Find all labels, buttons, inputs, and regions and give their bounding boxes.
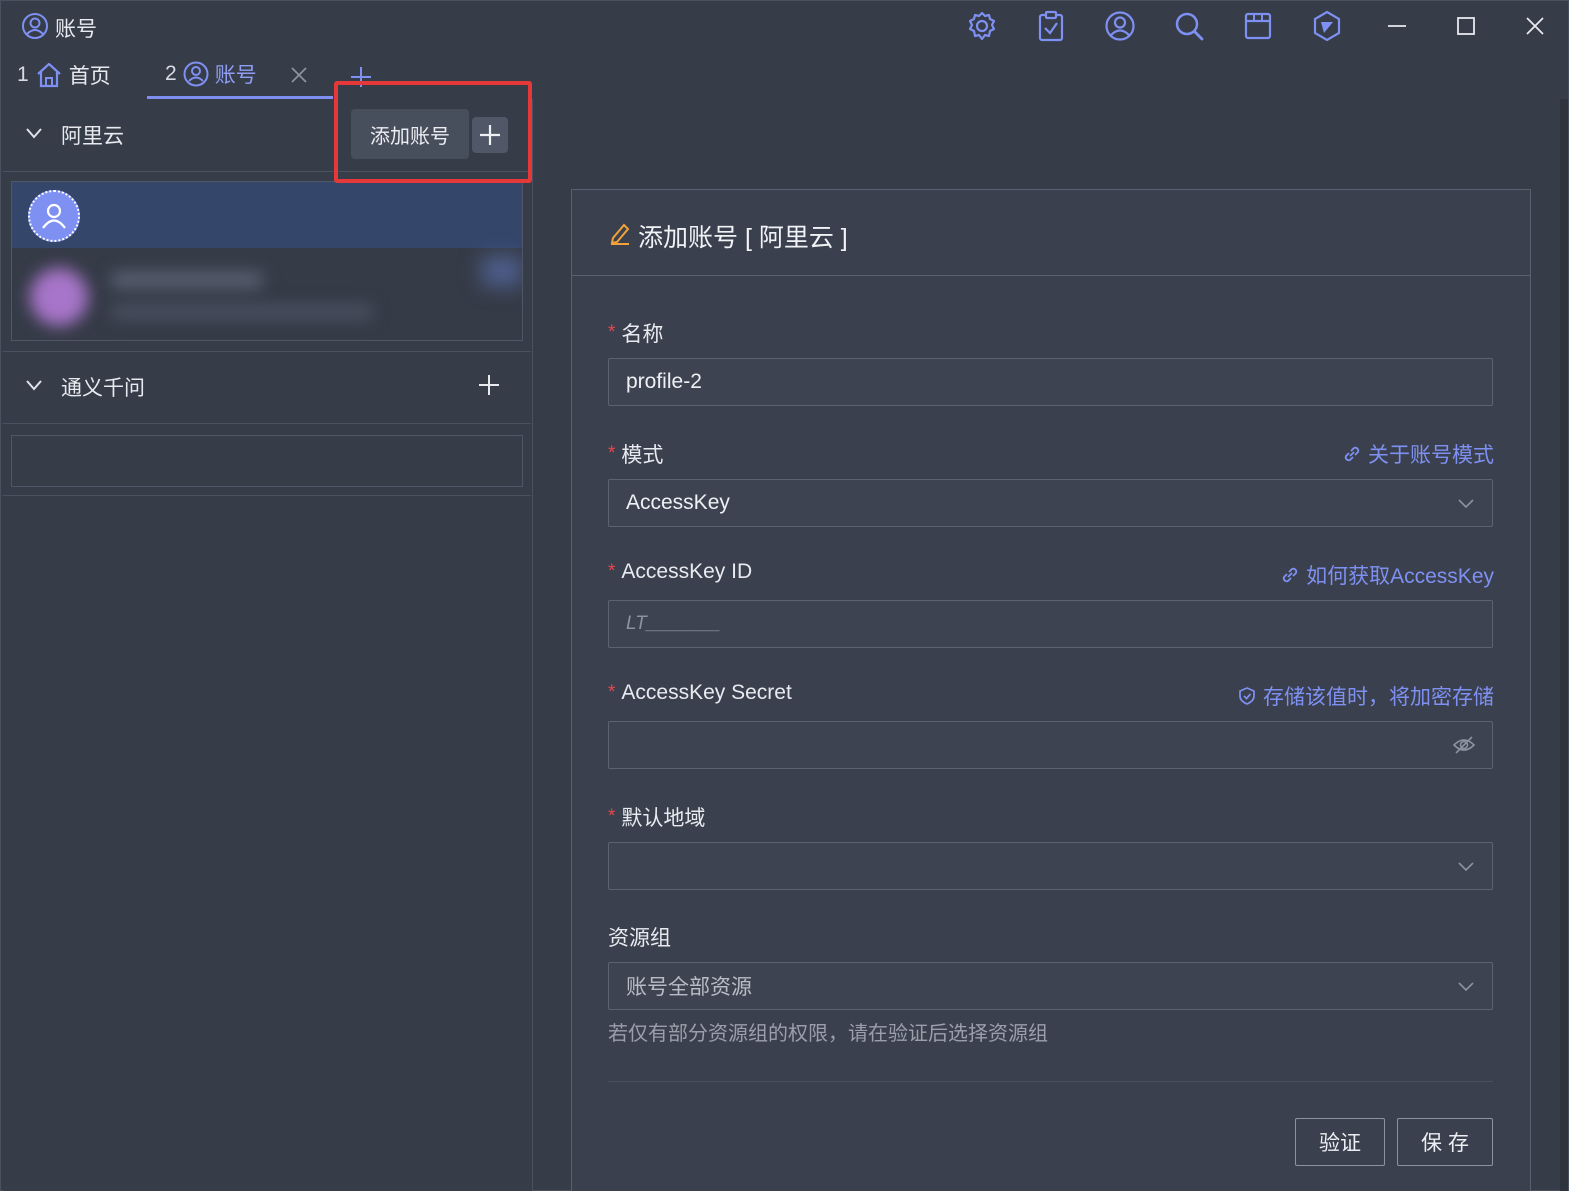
accesskey-secret-label: * AccessKey Secret <box>608 681 792 704</box>
window-title: 账号 <box>55 18 97 41</box>
tab-label: 账号 <box>214 63 257 87</box>
minimize-button[interactable] <box>1377 7 1417 45</box>
region-label: * 默认地域 <box>608 806 706 830</box>
placeholder: LT_______ <box>626 613 721 634</box>
name-input[interactable]: profile-2 <box>608 358 1493 406</box>
blurred-text <box>112 306 372 318</box>
account-item-blurred[interactable] <box>12 248 522 340</box>
group-name: 通义千问 <box>61 377 145 400</box>
home-icon <box>35 61 63 89</box>
required-marker: * <box>608 443 616 464</box>
chevron-down-icon <box>1458 980 1474 992</box>
tab-label: 首页 <box>68 65 111 88</box>
region-select[interactable] <box>608 842 1493 890</box>
close-button[interactable] <box>1515 7 1555 45</box>
form-title: 添加账号 [ 阿里云 ] <box>638 224 848 252</box>
app-window: 账号 1 首页 2 账号 阿里云 通义千问 添加账号 添加账号 [阿里云] … <box>0 0 1569 1191</box>
divider <box>3 495 531 496</box>
user-circle-icon <box>21 12 49 40</box>
user-circle-icon <box>183 61 209 87</box>
avatar <box>30 268 88 326</box>
account-sidebar: 阿里云 通义千问 <box>3 99 533 1191</box>
scrollbar[interactable] <box>1560 99 1568 1191</box>
form-header: 添加账号 [ 阿里云 ] <box>572 190 1530 276</box>
eye-off-icon[interactable] <box>1452 735 1476 755</box>
accesskey-id-label: * AccessKey ID <box>608 560 753 583</box>
tab-number: 1 <box>17 63 29 86</box>
chevron-down-icon[interactable] <box>25 378 43 392</box>
empty-account-list <box>11 435 523 487</box>
mode-select[interactable]: AccessKey <box>608 479 1493 527</box>
required-marker: * <box>608 561 616 582</box>
save-button[interactable]: 保存 <box>1397 1118 1493 1166</box>
chevron-down-icon <box>1458 497 1474 509</box>
verify-button[interactable]: 验证 <box>1295 1118 1385 1166</box>
about-mode-link[interactable]: 关于账号模式 <box>1342 439 1494 469</box>
resource-group-select[interactable]: 账号全部资源 <box>608 962 1493 1010</box>
title-bar: 账号 <box>1 1 1568 51</box>
edit-icon <box>608 221 632 245</box>
group-header-tongyi[interactable]: 通义千问 <box>3 351 531 423</box>
required-marker: * <box>608 322 616 343</box>
blurred-text <box>112 272 262 288</box>
divider <box>3 423 531 424</box>
accesskey-secret-input[interactable] <box>608 721 1493 769</box>
highlight-outline <box>334 81 532 183</box>
tab-number: 2 <box>165 61 177 85</box>
chevron-down-icon <box>1458 860 1474 872</box>
tab-bar: 1 首页 2 账号 <box>1 51 1568 99</box>
resource-group-label: 资源组 <box>608 927 671 950</box>
accesskey-id-input[interactable]: LT_______ <box>608 600 1493 648</box>
chevron-down-icon[interactable] <box>25 126 43 140</box>
shield-icon <box>1239 687 1255 705</box>
account-list <box>11 181 523 341</box>
link-icon <box>1282 567 1298 583</box>
divider <box>608 1081 1493 1082</box>
avatar <box>28 190 80 242</box>
name-label: * 名称 <box>608 322 664 346</box>
blurred-badge <box>482 256 522 286</box>
clipboard-check-icon[interactable] <box>1034 9 1068 43</box>
tab-home[interactable]: 1 首页 <box>17 51 111 99</box>
group-name: 阿里云 <box>61 125 124 148</box>
mode-label: * 模式 <box>608 443 664 467</box>
resource-group-hint: 若仅有部分资源组的权限，请在验证后选择资源组 <box>608 1023 1048 1045</box>
logo-icon[interactable] <box>1310 9 1344 43</box>
search-icon[interactable] <box>1172 9 1206 43</box>
required-marker: * <box>608 806 616 827</box>
link-icon <box>1344 446 1360 462</box>
add-account-plus-icon[interactable] <box>477 373 501 397</box>
account-item-selected[interactable] <box>12 182 522 248</box>
gear-icon[interactable] <box>965 9 999 43</box>
tab-close-icon[interactable] <box>289 65 309 85</box>
how-to-get-accesskey-link[interactable]: 如何获取AccessKey <box>1280 560 1494 590</box>
encrypted-storage-note: 存储该值时，将加密存储 <box>1237 681 1494 711</box>
required-marker: * <box>608 682 616 703</box>
maximize-button[interactable] <box>1446 7 1486 45</box>
user-circle-icon[interactable] <box>1103 9 1137 43</box>
window-icon[interactable] <box>1241 9 1275 43</box>
add-account-form: 添加账号 [ 阿里云 ] * 名称 profile-2 * 模式 关于账号模式 … <box>571 189 1531 1191</box>
